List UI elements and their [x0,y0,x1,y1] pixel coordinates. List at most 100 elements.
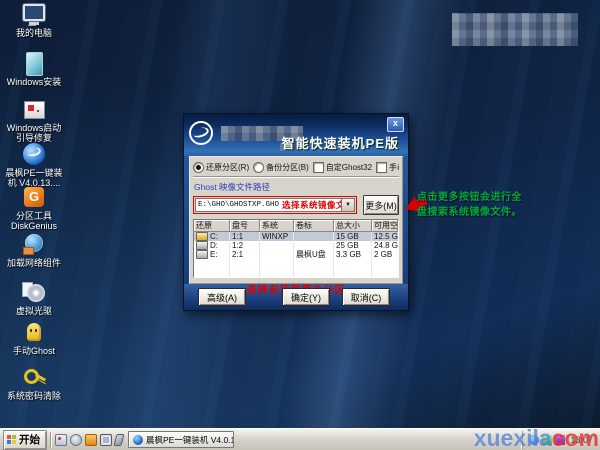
volume-cell: 晨枫U盘 [294,250,334,259]
desktop-icon-label: 加载网络组件 [7,258,61,268]
drive-cell: C: [194,232,230,241]
windows-flag-icon [7,435,16,444]
path-annotation-text: 选择系统镜像文件 [282,199,341,211]
system-cell: WINXP [260,232,294,241]
browser-icon[interactable] [70,434,82,446]
cancel-button[interactable]: 取消(C) [342,288,390,306]
windows-install-icon [20,52,48,76]
drive-icon [196,250,208,259]
desktop-icon-label: 手动Ghost [13,346,55,356]
column-header[interactable]: 还原 [194,220,230,232]
more-button[interactable]: 更多(M) [363,195,399,215]
partition-row-e[interactable]: E: 2:1 晨枫U盘 3.3 GB 2 GB [194,250,398,259]
disk-cell: 2:1 [230,250,260,259]
partition-row-c[interactable]: C: 1:1 WINXP 15 GB 12.5 GB [194,232,398,241]
disk-cell: 1:1 [230,232,260,241]
dialog-title: 智能快速装机PE版 [282,133,399,152]
custom-ghost32-checkbox[interactable]: 自定Ghost32 [313,162,372,173]
desktop: 我的电脑 Windows安装 Windows启动 引导修复 晨枫PE一键装 机 … [0,0,600,450]
backup-partition-radio[interactable]: 备份分区(B) [253,162,309,173]
taskbar: 开始 晨枫PE一键装机 V4.0.1... 13:07 [0,428,600,450]
desktop-icon-label: 我的电脑 [16,28,52,38]
restore-partition-radio[interactable]: 还原分区(R) [193,162,249,173]
checkbox-icon [376,162,387,173]
desktop-icon-my-computer[interactable]: 我的电脑 [5,3,63,38]
checkbox-label: 自定Ghost32 [326,162,372,173]
desktop-icon-chenfeng-pe[interactable]: 晨枫PE一键装 机 V4.0.13.... [5,143,63,189]
desktop-icon-boot-repair[interactable]: Windows启动 引导修复 [5,98,63,144]
input-method-tray-icon[interactable] [555,435,565,445]
app-logo-icon [189,121,213,145]
desktop-icon-label: 系统密码清除 [7,391,61,401]
my-computer-icon [20,3,48,27]
password-clear-icon [20,366,48,390]
network-tray-icon[interactable] [529,435,539,445]
column-header[interactable]: 盘号 [230,220,260,232]
installer-dialog: 智能快速装机PE版 x 还原分区(R) 备份分区(B) 自定Ghost32 手动… [183,113,409,311]
column-header[interactable]: 可用空间 [372,220,398,232]
show-desktop-icon[interactable] [55,434,67,446]
mode-options-row: 还原分区(R) 备份分区(B) 自定Ghost32 手动(M) [193,161,399,173]
ghost-path-value: E:\GHO\GHOSTXP.GHO [198,201,279,209]
volume-cell [294,241,334,250]
network-components-icon [20,233,48,257]
radio-icon [253,162,264,173]
ghost-path-label: Ghost 映像文件路径 [194,181,399,193]
task-button-chenfeng-pe[interactable]: 晨枫PE一键装机 V4.0.1... [128,431,234,448]
tutorial-annotation: 点击更多按钮会进行全 盘搜索系统镜像文件。 [417,190,529,220]
ghost-path-combobox[interactable]: E:\GHO\GHOSTXP.GHO 选择系统镜像文件 [195,198,341,212]
display-icon[interactable] [100,434,112,446]
column-header[interactable]: 系统 [260,220,294,232]
taskbar-clock: 13:07 [570,435,593,445]
system-tray: 13:07 [522,431,597,449]
path-combo-row: E:\GHO\GHOSTXP.GHO 选择系统镜像文件 ▼ 更多(M) [193,195,399,215]
system-cell [260,250,294,259]
quick-launch [55,434,123,446]
desktop-icon-password-clear[interactable]: 系统密码清除 [5,366,63,401]
start-label: 开始 [19,432,40,447]
desktop-icon-manual-ghost[interactable]: 手动Ghost [5,321,63,356]
total-cell: 25 GB [334,241,372,250]
desktop-icon-label: 虚拟光驱 [16,306,52,316]
partition-row-d[interactable]: D: 1:2 25 GB 24.8 GB [194,241,398,250]
close-icon[interactable]: x [387,117,404,132]
tool-icon[interactable] [114,434,125,446]
separator [193,176,399,178]
disk-cell: 1:2 [230,241,260,250]
checkbox-label: 手动(M) [389,162,399,173]
drive-cell: D: [194,241,230,250]
chenfeng-pe-task-icon [133,435,143,445]
column-header[interactable]: 卷标 [294,220,334,232]
chevron-down-icon[interactable]: ▼ [341,198,355,212]
desktop-icon-network[interactable]: 加载网络组件 [5,233,63,268]
advanced-button[interactable]: 高级(A) [198,288,246,306]
free-cell: 12.5 GB [372,232,398,241]
desktop-icon-virtual-cdrom[interactable]: 虚拟光驱 [5,281,63,316]
dialog-footer: 高级(A) 确定(Y) 取消(C) [184,284,408,310]
ok-button[interactable]: 确定(Y) [282,288,330,306]
checkbox-icon [313,162,324,173]
ghost-tray-icon[interactable] [542,435,552,445]
manual-ghost-icon [20,321,48,345]
desktop-icon-label: Windows启动 引导修复 [5,123,63,144]
manual-checkbox[interactable]: 手动(M) [376,162,399,173]
chenfeng-pe-icon [20,143,48,167]
desktop-icon-diskgenius[interactable]: 分区工具 DiskGenius [5,186,63,232]
column-header[interactable]: 总大小 [334,220,372,232]
dialog-titlebar[interactable]: 智能快速装机PE版 x [184,114,408,156]
total-cell: 3.3 GB [334,250,372,259]
dialog-body: 还原分区(R) 备份分区(B) 自定Ghost32 手动(M) Ghost 映像… [189,156,403,284]
drive-cell: E: [194,250,230,259]
diskgenius-icon [20,186,48,210]
desktop-icon-windows-install[interactable]: Windows安装 [5,52,63,87]
free-cell: 2 GB [372,250,398,259]
partition-table: 还原 盘号 系统 卷标 总大小 可用空间 C: 1:1 WINXP 15 GB … [193,219,399,278]
radio-selected-icon [193,162,204,173]
annotation-line2: 盘搜索系统镜像文件。 [417,205,529,220]
virtual-cdrom-icon [20,281,48,305]
start-button[interactable]: 开始 [3,430,47,450]
system-cell [260,241,294,250]
folder-icon[interactable] [85,434,97,446]
drive-icon [196,241,208,250]
annotation-line1: 点击更多按钮会进行全 [417,190,529,205]
